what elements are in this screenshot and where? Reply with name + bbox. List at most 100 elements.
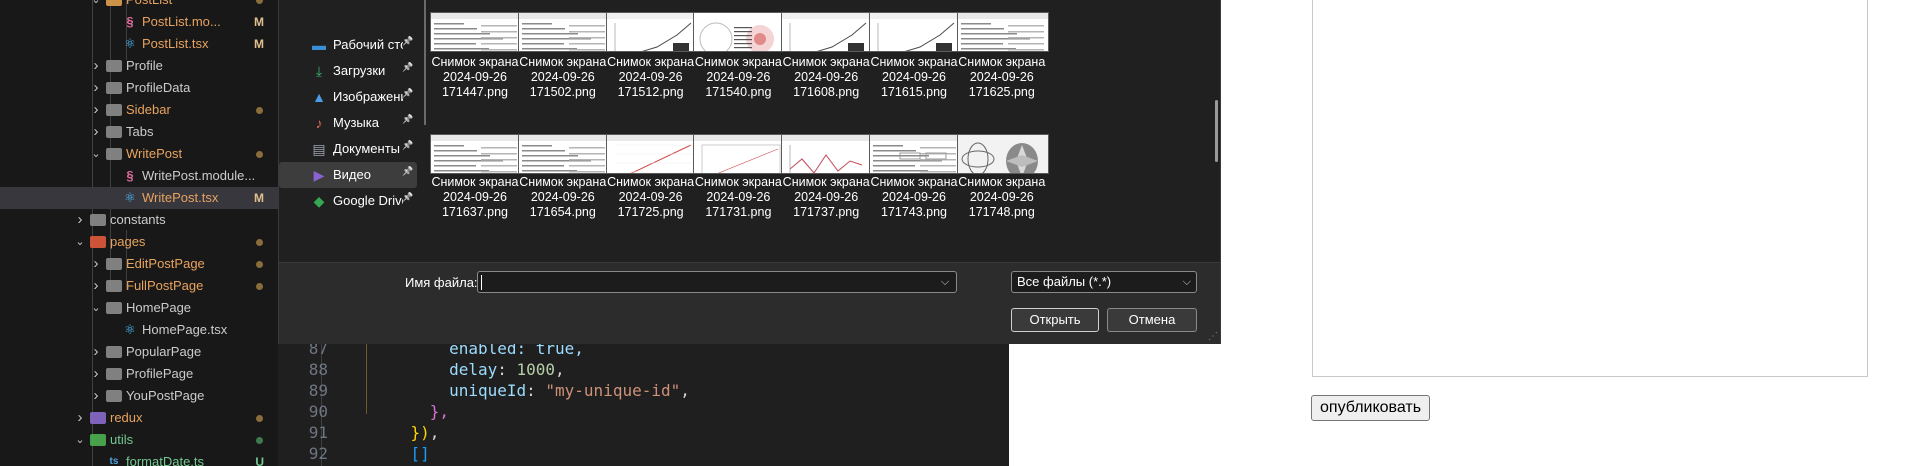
folder-item[interactable]: › ProfileData bbox=[0, 77, 278, 99]
file-name-line: Снимок экрана bbox=[958, 55, 1046, 69]
chevron-down-icon[interactable]: ⌄ bbox=[90, 0, 102, 11]
chevron-right-icon[interactable]: › bbox=[90, 275, 102, 297]
file-name-line: 2024-09-26 bbox=[969, 70, 1034, 84]
file-name-line: 171615.png bbox=[880, 85, 948, 99]
file-item[interactable]: ts formatDate.ts U bbox=[0, 451, 278, 466]
chevron-right-icon[interactable]: › bbox=[90, 385, 102, 407]
file-item[interactable]: ⚛ HomePage.tsx bbox=[0, 319, 278, 341]
file-thumbnail bbox=[605, 134, 698, 174]
file-item[interactable]: Снимок экрана 2024-09-26 171731.png bbox=[688, 118, 788, 219]
folder-item[interactable]: › redux bbox=[0, 407, 278, 429]
folder-item[interactable]: › YouPostPage bbox=[0, 385, 278, 407]
nav-item[interactable]: ⤓ Загрузки 📌 bbox=[279, 58, 417, 84]
pin-icon[interactable]: 📌 bbox=[402, 62, 413, 73]
file-name-line: 171512.png bbox=[617, 85, 684, 99]
folder-item[interactable]: ⌄ HomePage bbox=[0, 297, 278, 319]
file-item[interactable]: Снимок экрана 2024-09-26 171615.png bbox=[864, 12, 964, 112]
file-name-line: 2024-09-26 bbox=[618, 190, 683, 204]
nav-item[interactable]: ◆ Google Drive 📌 bbox=[279, 188, 417, 214]
pin-icon[interactable]: 📌 bbox=[402, 114, 413, 125]
folder-icon bbox=[106, 390, 122, 402]
publish-button[interactable]: опубликовать bbox=[1311, 395, 1431, 421]
code-line: [] bbox=[372, 444, 430, 463]
pin-icon[interactable]: 📌 bbox=[402, 166, 413, 177]
pin-icon[interactable]: 📌 bbox=[402, 192, 413, 203]
file-item[interactable]: Снимок экрана 2024-09-26 171625.png bbox=[952, 12, 1052, 112]
file-name-line: Снимок экрана bbox=[519, 175, 607, 189]
folder-item[interactable]: › ProfilePage bbox=[0, 363, 278, 385]
nav-item[interactable]: ▤ Документы 📌 bbox=[279, 136, 417, 162]
file-item[interactable]: Снимок экрана 2024-09-26 171654.png bbox=[513, 118, 613, 219]
file-item[interactable]: Снимок экрана 2024-09-26 171447.png bbox=[426, 12, 525, 112]
file-item[interactable]: Снимок экрана 2024-09-26 171737.png bbox=[776, 118, 876, 219]
file-item[interactable]: § WritePost.module... bbox=[0, 165, 278, 187]
file-thumbnail bbox=[693, 12, 786, 52]
folder-item[interactable]: › Profile bbox=[0, 55, 278, 77]
chevron-right-icon[interactable]: › bbox=[90, 253, 102, 275]
git-status-dot bbox=[256, 107, 263, 114]
file-grid-scrollbar[interactable] bbox=[1215, 100, 1218, 162]
file-item[interactable]: Снимок экрана 2024-09-26 171540.png bbox=[688, 12, 788, 112]
file-item[interactable]: Снимок экрана 2024-09-26 171743.png bbox=[864, 118, 964, 219]
post-textarea[interactable] bbox=[1312, 0, 1868, 377]
file-item[interactable]: Снимок экрана 2024-09-26 171502.png bbox=[513, 12, 613, 112]
nav-item[interactable]: ♪ Музыка 📌 bbox=[279, 110, 417, 136]
folder-item[interactable]: ⌄ utils bbox=[0, 429, 278, 451]
file-item[interactable]: Снимок экрана 2024-09-26 171637.png bbox=[426, 118, 525, 219]
folder-item[interactable]: › Sidebar bbox=[0, 99, 278, 121]
pin-icon[interactable]: 📌 bbox=[402, 88, 413, 99]
tree-item-label: PostList.mo... bbox=[142, 14, 221, 29]
file-type-select[interactable]: Все файлы (*.*) ⌵ bbox=[1011, 271, 1197, 293]
folder-item[interactable]: ⌄ PostList bbox=[0, 0, 278, 11]
typescript-icon: ts bbox=[109, 456, 119, 466]
nav-item[interactable]: ▶ Видео 📌 bbox=[279, 162, 417, 188]
nav-item[interactable]: ▬ Рабочий стол📌 bbox=[279, 32, 417, 58]
chevron-down-icon[interactable]: ⌄ bbox=[90, 143, 102, 165]
folder-item[interactable]: › EditPostPage bbox=[0, 253, 278, 275]
file-item[interactable]: Снимок экрана 2024-09-26 171748.png bbox=[952, 118, 1052, 219]
tree-item-label: ProfilePage bbox=[126, 366, 194, 381]
cancel-button[interactable]: Отмена bbox=[1107, 308, 1197, 332]
git-status-badge: M bbox=[254, 37, 264, 51]
file-thumbnail bbox=[430, 134, 522, 174]
chevron-right-icon[interactable]: › bbox=[90, 55, 102, 77]
filename-input[interactable] bbox=[477, 271, 957, 293]
resize-grip-icon[interactable]: ⋰ bbox=[1208, 331, 1218, 342]
file-item[interactable]: Снимок экрана 2024-09-26 171512.png bbox=[601, 12, 701, 112]
folder-item[interactable]: › FullPostPage bbox=[0, 275, 278, 297]
folder-item[interactable]: › PopularPage bbox=[0, 341, 278, 363]
pin-icon[interactable]: 📌 bbox=[402, 36, 413, 47]
pin-icon[interactable]: 📌 bbox=[402, 140, 413, 151]
folder-icon bbox=[90, 434, 106, 446]
folder-item[interactable]: ⌄ pages bbox=[0, 231, 278, 253]
file-item[interactable]: Снимок экрана 2024-09-26 171725.png bbox=[601, 118, 701, 219]
folder-item[interactable]: ⌄ WritePost bbox=[0, 143, 278, 165]
chevron-right-icon[interactable]: › bbox=[74, 209, 86, 231]
chevron-right-icon[interactable]: › bbox=[74, 407, 86, 429]
nav-item[interactable]: ▲ Изображения📌 bbox=[279, 84, 417, 110]
tree-item-label: redux bbox=[110, 410, 143, 425]
chevron-down-icon[interactable]: ⌄ bbox=[74, 429, 86, 451]
file-item[interactable]: ⚛ WritePost.tsx M bbox=[0, 187, 278, 209]
sass-icon: § bbox=[126, 168, 134, 183]
chevron-right-icon[interactable]: › bbox=[90, 363, 102, 385]
folder-item[interactable]: › constants bbox=[0, 209, 278, 231]
chevron-down-icon[interactable]: ⌄ bbox=[74, 231, 86, 253]
open-button[interactable]: Открыть bbox=[1011, 308, 1099, 332]
file-item[interactable]: ⚛ PostList.tsx M bbox=[0, 33, 278, 55]
file-item[interactable]: § PostList.mo... M bbox=[0, 11, 278, 33]
chevron-right-icon[interactable]: › bbox=[90, 121, 102, 143]
file-item[interactable]: Снимок экрана 2024-09-26 171608.png bbox=[776, 12, 876, 112]
tree-item-label: WritePost.module... bbox=[142, 168, 256, 183]
folder-icon bbox=[106, 82, 122, 94]
chevron-down-icon[interactable]: ⌄ bbox=[90, 297, 102, 319]
chevron-right-icon[interactable]: › bbox=[90, 99, 102, 121]
chevron-down-icon[interactable]: ⌵ bbox=[935, 272, 955, 292]
chevron-right-icon[interactable]: › bbox=[90, 77, 102, 99]
git-status-dot bbox=[256, 437, 263, 444]
chevron-right-icon[interactable]: › bbox=[90, 341, 102, 363]
git-status-badge: U bbox=[255, 455, 264, 466]
folder-item[interactable]: › Tabs bbox=[0, 121, 278, 143]
code-token: , bbox=[555, 360, 565, 379]
